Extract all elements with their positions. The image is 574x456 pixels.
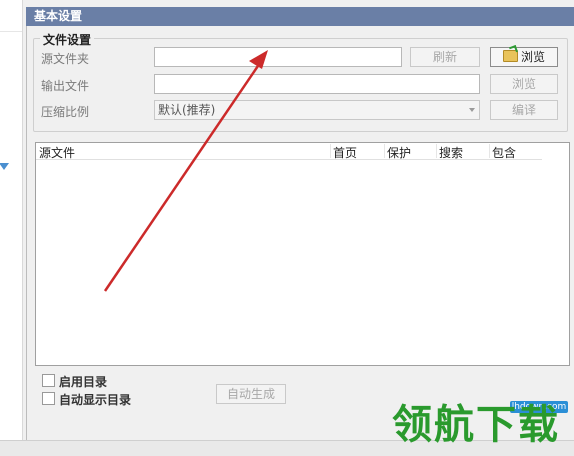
arrow-shaft	[103, 59, 264, 292]
annotation-arrow	[103, 50, 268, 292]
arrow-head	[249, 50, 268, 69]
watermark-logo: 领航下载	[392, 401, 560, 448]
